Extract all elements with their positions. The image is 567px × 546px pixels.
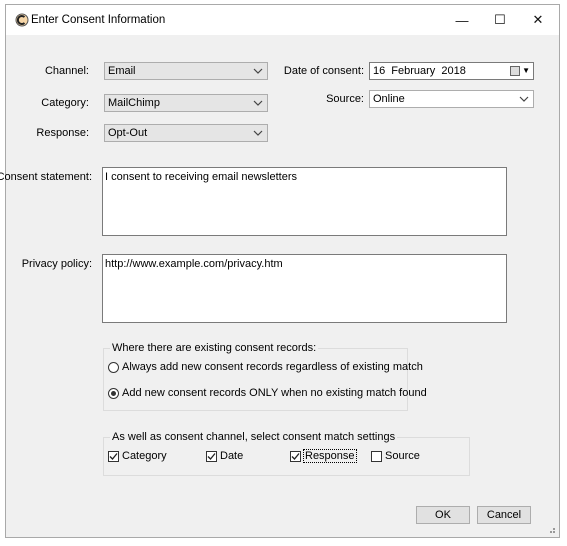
radio-always-add-label[interactable]: Always add new consent records regardles… — [122, 361, 423, 373]
dialog-body: Channel: Email Category: MailChimp Respo… — [0, 35, 559, 537]
source-select[interactable]: Online — [369, 90, 534, 108]
maximize-button[interactable]: ☐ — [481, 5, 519, 35]
consent-dialog: Enter Consent Information — ☐ ✕ Channel:… — [0, 4, 560, 538]
source-label: Source: — [326, 93, 364, 105]
category-label: Category: — [41, 97, 89, 109]
radio-add-only-no-match[interactable] — [108, 388, 119, 399]
calendar-icon[interactable] — [510, 66, 520, 76]
minimize-icon: — — [455, 12, 469, 28]
close-icon: ✕ — [532, 12, 544, 27]
consent-statement-input[interactable]: I consent to receiving email newsletters — [102, 167, 507, 236]
checkbox-source[interactable] — [371, 451, 382, 462]
radio-add-only-no-match-label[interactable]: Add new consent records ONLY when no exi… — [122, 387, 427, 399]
checkmark-icon — [109, 453, 118, 460]
response-value: Opt-Out — [108, 127, 148, 139]
existing-records-group — [103, 348, 408, 411]
privacy-policy-value: http://www.example.com/privacy.htm — [105, 258, 283, 270]
chevron-down-icon — [253, 68, 263, 74]
checkbox-date-label[interactable]: Date — [220, 450, 243, 462]
cancel-button[interactable]: Cancel — [477, 506, 531, 524]
checkbox-category-label[interactable]: Category — [122, 450, 167, 462]
checkbox-category[interactable] — [108, 451, 119, 462]
category-value: MailChimp — [108, 97, 160, 109]
date-of-consent-picker[interactable]: 16 February 2018 ▼ — [369, 62, 534, 80]
checkmark-icon — [207, 453, 216, 460]
channel-value: Email — [108, 65, 136, 77]
source-value: Online — [373, 93, 405, 105]
checkbox-response-label[interactable]: Response — [303, 449, 357, 463]
consent-statement-value: I consent to receiving email newsletters — [105, 171, 297, 183]
privacy-policy-label: Privacy policy: — [21, 258, 92, 270]
channel-select[interactable]: Email — [104, 62, 268, 80]
date-of-consent-value: 16 February 2018 — [373, 65, 466, 77]
chevron-down-icon — [519, 96, 529, 102]
ok-button[interactable]: OK — [416, 506, 470, 524]
checkbox-source-label[interactable]: Source — [385, 450, 420, 462]
chevron-down-icon — [253, 100, 263, 106]
channel-label: Channel: — [44, 65, 89, 77]
privacy-policy-input[interactable]: http://www.example.com/privacy.htm — [102, 254, 507, 323]
response-label: Response: — [36, 127, 89, 139]
consent-statement-label: Consent statement: — [0, 171, 92, 183]
radio-selected-dot — [111, 391, 116, 396]
minimize-button[interactable]: — — [443, 5, 481, 35]
resize-grip-icon[interactable] — [546, 524, 556, 534]
chevron-down-icon — [253, 130, 263, 136]
checkmark-icon — [291, 453, 300, 460]
match-settings-title: As well as consent channel, select conse… — [110, 431, 398, 443]
maximize-icon: ☐ — [494, 12, 506, 27]
response-select[interactable]: Opt-Out — [104, 124, 268, 142]
checkbox-date[interactable] — [206, 451, 217, 462]
checkbox-response[interactable] — [290, 451, 301, 462]
dropdown-arrow-icon[interactable]: ▼ — [522, 66, 530, 75]
radio-always-add[interactable] — [108, 362, 119, 373]
window-title: Enter Consent Information — [31, 14, 166, 26]
existing-records-title: Where there are existing consent records… — [110, 342, 319, 354]
date-of-consent-label: Date of consent: — [283, 65, 364, 77]
close-button[interactable]: ✕ — [519, 5, 557, 35]
title-bar: Enter Consent Information — ☐ ✕ — [6, 5, 559, 35]
app-icon — [15, 13, 29, 27]
category-select[interactable]: MailChimp — [104, 94, 268, 112]
